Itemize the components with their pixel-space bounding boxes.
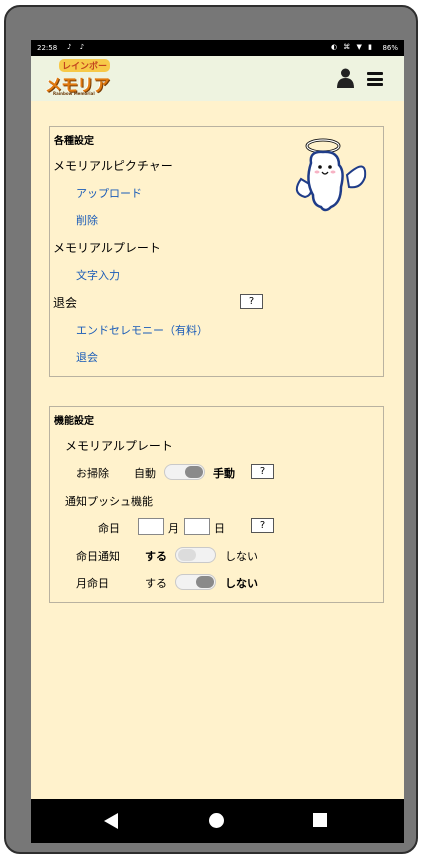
recent-apps-icon[interactable] <box>313 813 327 827</box>
back-icon[interactable] <box>104 813 118 829</box>
memorial-picture-label: メモリアルピクチャー <box>53 159 173 173</box>
notification-icons: ♪ ♪ <box>67 43 88 51</box>
battery-level: 86% <box>382 44 398 52</box>
feature-settings-title: 機能設定 <box>54 416 94 427</box>
cleaning-label: お掃除 <box>76 467 109 480</box>
android-nav-bar <box>31 799 404 843</box>
month-unit-label: 月 <box>168 522 179 535</box>
day-unit-label: 日 <box>214 522 225 535</box>
status-time: 22:58 <box>37 44 58 52</box>
menu-icon[interactable] <box>367 72 383 86</box>
user-icon[interactable] <box>337 68 354 88</box>
status-bar: 22:58 ♪ ♪ ◐ ⌘ ▼ ▮ 86% <box>31 40 404 56</box>
upload-link[interactable]: アップロード <box>76 185 142 201</box>
death-date-notice-label: 命日通知 <box>76 550 120 563</box>
angel-mascot-icon <box>295 138 367 212</box>
monthly-death-date-toggle[interactable] <box>175 574 216 590</box>
end-ceremony-link[interactable]: エンドセレモニー（有料） <box>76 322 208 338</box>
cleaning-auto-option: 自動 <box>134 467 156 480</box>
plate-section-label: メモリアルプレート <box>65 439 173 453</box>
monthly-death-date-off-option: しない <box>225 577 258 590</box>
general-settings-title: 各種設定 <box>54 136 94 147</box>
withdrawal-label: 退会 <box>53 296 78 310</box>
phone-frame: 22:58 ♪ ♪ ◐ ⌘ ▼ ▮ 86% レインボー メモリアル Rainbo… <box>4 5 418 854</box>
death-month-input[interactable] <box>138 518 164 535</box>
cleaning-help-button[interactable]: ? <box>251 464 274 479</box>
cleaning-toggle[interactable] <box>164 464 205 480</box>
withdraw-link[interactable]: 退会 <box>76 349 98 365</box>
app-header: レインボー メモリアル Rainbow Memorial <box>31 56 404 121</box>
general-settings-panel: 各種設定 メモリアルピクチャー アップロード 削除 メモリアルプレート 文字入力… <box>49 126 384 377</box>
push-help-button[interactable]: ? <box>251 518 274 533</box>
memorial-plate-label: メモリアルプレート <box>53 241 161 255</box>
monthly-death-date-on-option: する <box>145 577 167 590</box>
delete-link[interactable]: 削除 <box>76 212 98 228</box>
feature-settings-panel: 機能設定 メモリアルプレート お掃除 自動 手動 ? 通知プッシュ機能 命日 月… <box>49 406 384 603</box>
text-input-link[interactable]: 文字入力 <box>76 267 120 283</box>
death-day-input[interactable] <box>184 518 210 535</box>
settings-content: 各種設定 メモリアルピクチャー アップロード 削除 メモリアルプレート 文字入力… <box>31 101 404 799</box>
death-date-label: 命日 <box>98 522 120 535</box>
cleaning-manual-option: 手動 <box>213 467 235 480</box>
system-icons: ◐ ⌘ ▼ ▮ <box>330 43 374 51</box>
death-date-notice-off-option: しない <box>225 550 258 563</box>
withdrawal-help-button[interactable]: ? <box>240 294 263 309</box>
home-icon[interactable] <box>209 813 224 828</box>
logo-subtitle: Rainbow Memorial <box>53 91 95 96</box>
death-date-notice-toggle[interactable] <box>175 547 216 563</box>
monthly-death-date-label: 月命日 <box>76 577 109 590</box>
push-label: 通知プッシュ機能 <box>65 495 153 508</box>
app-logo[interactable]: レインボー メモリアル Rainbow Memorial <box>41 58 123 121</box>
death-date-notice-on-option: する <box>145 550 167 563</box>
screen: 22:58 ♪ ♪ ◐ ⌘ ▼ ▮ 86% レインボー メモリアル Rainbo… <box>31 40 404 843</box>
